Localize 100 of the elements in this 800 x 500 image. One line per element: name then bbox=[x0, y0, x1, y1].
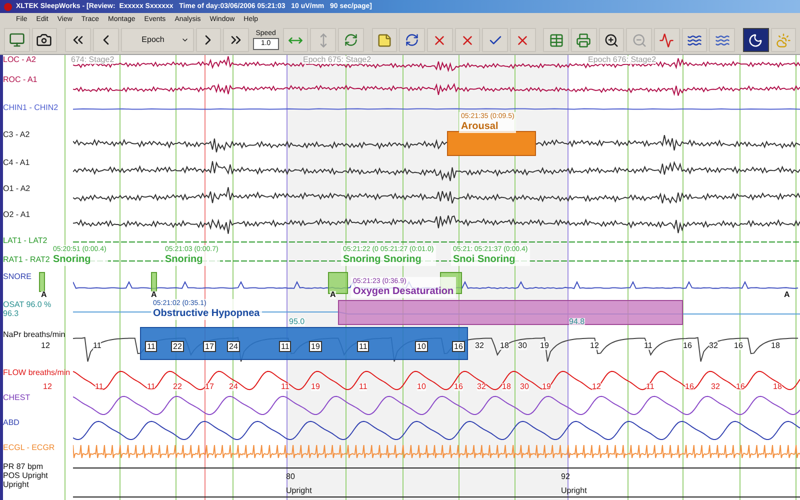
camera-icon[interactable] bbox=[32, 28, 58, 52]
breath-rate-value: 10 bbox=[415, 341, 428, 352]
channel-label: ROC - A1 bbox=[3, 75, 38, 84]
monitor-icon[interactable] bbox=[4, 28, 30, 52]
breath-rate-value: 19 bbox=[309, 341, 322, 352]
channel-label: CHEST bbox=[3, 393, 32, 402]
flow-rate-value: 11 bbox=[646, 383, 654, 391]
position-value: 80 bbox=[286, 473, 295, 481]
breath-rate-value: 32 bbox=[475, 341, 484, 350]
breath-rate-value: 19 bbox=[540, 341, 549, 350]
waves-icon[interactable] bbox=[682, 28, 708, 52]
breath-rate-value: 22 bbox=[171, 341, 184, 352]
breath-rate-value: 11 bbox=[644, 341, 652, 350]
channel-label: ABD bbox=[3, 418, 20, 427]
breath-rate-value: 16 bbox=[683, 341, 692, 350]
channel-label: C4 - A1 bbox=[3, 158, 31, 167]
breath-rate-value: 12 bbox=[590, 341, 599, 350]
epoch-label: Epoch 675: Stage2 bbox=[303, 56, 372, 64]
channel-label: PR 87 bpm bbox=[3, 462, 44, 471]
next-page-button[interactable] bbox=[196, 28, 222, 52]
channel-label: LAT1 - LAT2 bbox=[3, 236, 48, 245]
event-label: Obstructive Hypopnea bbox=[153, 308, 260, 320]
epoch-select[interactable]: Epoch bbox=[120, 28, 194, 52]
channel-label: O2 - A1 bbox=[3, 210, 32, 219]
snoring-marker[interactable] bbox=[39, 272, 45, 292]
moon-icon[interactable] bbox=[742, 28, 769, 52]
flow-rate-value: 19 bbox=[311, 383, 320, 391]
position-value: 92 bbox=[561, 473, 570, 481]
flow-rate-value: 11 bbox=[359, 383, 368, 391]
flow-rate-value: 11 bbox=[281, 383, 290, 391]
event-label: Arousal bbox=[461, 121, 500, 133]
snore-mark: A bbox=[330, 291, 336, 299]
epoch-label: Epoch 676: Stage2 bbox=[588, 56, 656, 64]
flow-rate-value: 10 bbox=[417, 383, 426, 391]
breath-rate-value: 16 bbox=[734, 341, 743, 350]
flow-rate-value: 12 bbox=[43, 383, 52, 391]
channel-label: POS Upright bbox=[3, 471, 49, 480]
caret-icon bbox=[180, 36, 189, 44]
flow-rate-value: 17 bbox=[205, 383, 214, 391]
breath-rate-value: 11 bbox=[93, 341, 102, 350]
saturation-reading: 95.0 bbox=[289, 318, 305, 326]
snore-mark: A bbox=[41, 291, 47, 299]
breath-rate-value: 30 bbox=[518, 341, 527, 350]
saturation-reading: 94.8 bbox=[569, 318, 585, 326]
arousal-band[interactable] bbox=[447, 131, 536, 156]
breath-rate-value: 11 bbox=[357, 341, 370, 352]
channel-label: SNORE bbox=[3, 272, 32, 281]
horizontal-arrows-icon[interactable] bbox=[282, 28, 308, 52]
snoring-marker[interactable] bbox=[151, 272, 157, 292]
spike-icon[interactable] bbox=[654, 28, 680, 52]
channel-label: CHIN1 - CHIN2 bbox=[3, 103, 60, 112]
previous-page-button[interactable] bbox=[92, 28, 118, 52]
flow-rate-value: 19 bbox=[542, 383, 551, 391]
note-icon[interactable] bbox=[372, 28, 398, 52]
flow-rate-value: 18 bbox=[773, 383, 782, 391]
channel-sublabel: 96.3 bbox=[3, 309, 20, 318]
breath-rate-value: 24 bbox=[227, 341, 240, 352]
waves-icon[interactable] bbox=[709, 28, 735, 52]
channel-label: O1 - A2 bbox=[3, 184, 32, 193]
breath-rate-value: 18 bbox=[500, 341, 509, 350]
snore-mark: A bbox=[784, 291, 790, 299]
position-label: Upright bbox=[561, 487, 587, 495]
event-label: Snoring bbox=[165, 254, 204, 266]
breath-rate-value: 17 bbox=[203, 341, 216, 352]
event-label: Snoring bbox=[53, 254, 92, 266]
breath-rate-value: 11 bbox=[279, 341, 292, 352]
refresh-icon[interactable] bbox=[338, 28, 364, 52]
flow-rate-value: 11 bbox=[95, 383, 104, 391]
last-page-button[interactable] bbox=[223, 28, 249, 52]
flow-rate-value: 32 bbox=[477, 383, 486, 391]
epoch-label: 674: Stage2 bbox=[71, 56, 114, 64]
breath-rate-value: 11 bbox=[145, 341, 158, 352]
breath-rate-value: 16 bbox=[452, 341, 465, 352]
flow-rate-value: 18 bbox=[502, 383, 511, 391]
position-label: Upright bbox=[286, 487, 312, 495]
flow-rate-value: 30 bbox=[520, 383, 529, 391]
channel-label: LOC - A2 bbox=[3, 55, 37, 64]
zoom-in-icon[interactable] bbox=[598, 28, 624, 52]
channel-label: C3 - A2 bbox=[3, 130, 31, 139]
breath-rate-value: 32 bbox=[709, 341, 718, 350]
flow-rate-value: 22 bbox=[173, 383, 182, 391]
event-label: Snoring Snoring bbox=[343, 254, 422, 266]
flow-rate-value: 11 bbox=[147, 383, 156, 391]
event-label: Oxygen Desaturation bbox=[353, 286, 454, 298]
snore-mark: A bbox=[151, 291, 157, 299]
channel-label: OSAT 96.0 % bbox=[3, 300, 52, 309]
flow-rate-value: 24 bbox=[229, 383, 238, 391]
first-page-button[interactable] bbox=[65, 28, 91, 52]
flow-rate-value: 16 bbox=[736, 383, 745, 391]
breath-rate-value: 12 bbox=[41, 341, 50, 350]
hypopnea-band[interactable] bbox=[140, 327, 468, 360]
channel-label: ECGL - ECGR bbox=[3, 443, 56, 452]
flow-rate-value: 32 bbox=[711, 383, 720, 391]
flow-rate-value: 16 bbox=[685, 383, 694, 391]
channel-sublabel: Upright bbox=[3, 480, 30, 489]
app-icon bbox=[4, 2, 12, 10]
event-label: Snoi Snoring bbox=[453, 254, 516, 266]
flow-rate-value: 12 bbox=[592, 383, 601, 391]
flow-rate-value: 16 bbox=[454, 383, 463, 391]
breath-rate-value: 18 bbox=[771, 341, 780, 350]
